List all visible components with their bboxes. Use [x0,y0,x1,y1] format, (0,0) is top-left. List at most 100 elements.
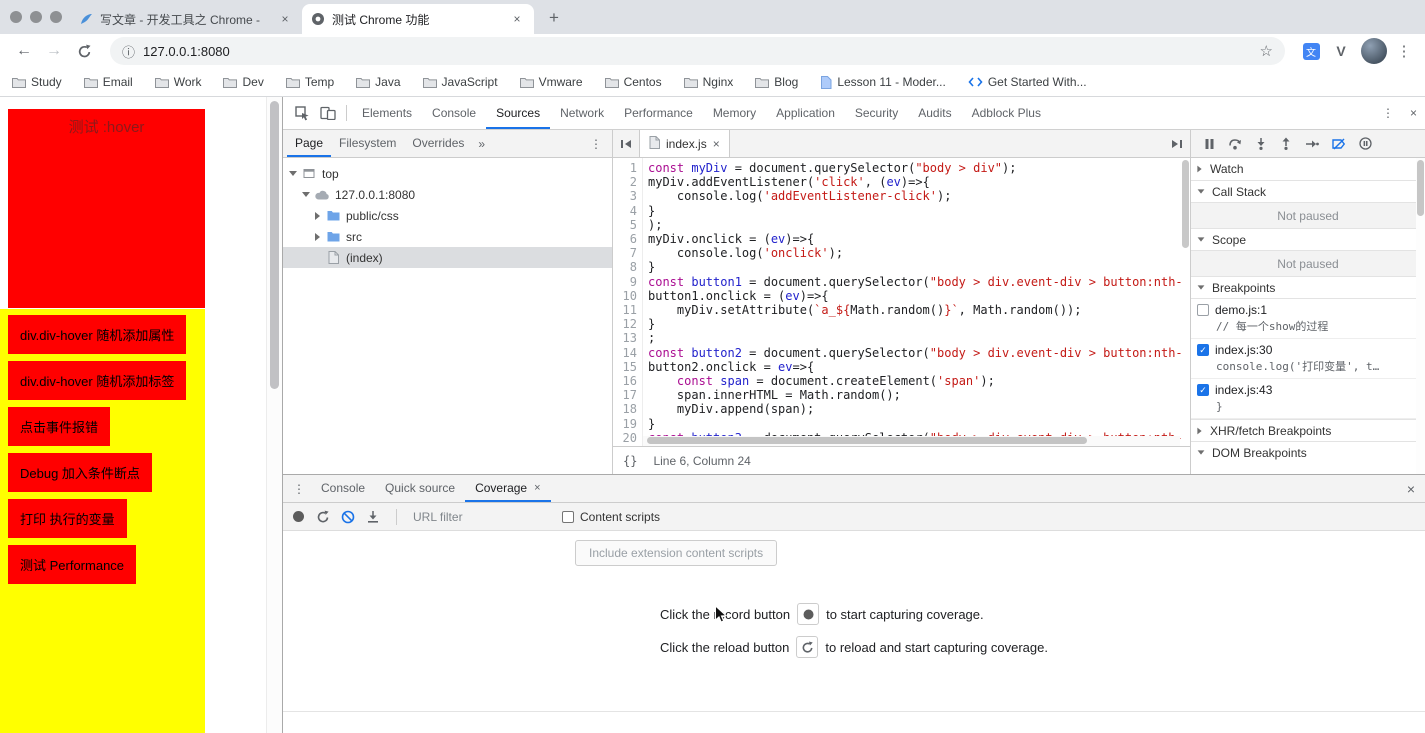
devtools-tab-audits[interactable]: Audits [908,97,961,129]
record-button[interactable] [797,603,819,625]
devtools-tab-memory[interactable]: Memory [703,97,766,129]
deactivate-breakpoints-button[interactable] [1332,138,1346,150]
editor-hscroll-thumb[interactable] [647,437,1087,444]
navigator-tab-filesystem[interactable]: Filesystem [331,130,404,157]
step-button[interactable] [1305,138,1319,150]
bookmark-get-started-with[interactable]: Get Started With... [968,75,1087,89]
chevron-right-icon[interactable] [315,212,320,220]
chevron-down-icon[interactable] [302,192,310,197]
devtools-tab-elements[interactable]: Elements [352,97,422,129]
zoom-window-button[interactable] [50,11,62,23]
devtools-tab-application[interactable]: Application [766,97,845,129]
tree-item-index[interactable]: (index) [283,247,612,268]
devtools-kebab-menu-icon[interactable]: ⋮ [1382,106,1394,120]
breakpoint-entry[interactable]: ✓index.js:43} [1191,379,1425,419]
drawer-tab-quick-source[interactable]: Quick source [375,475,465,502]
bookmark-study[interactable]: Study [12,75,62,89]
code-editor[interactable]: 1234567891011121314151617181920 const my… [613,158,1190,446]
editor-horizontal-scrollbar[interactable] [643,436,1180,446]
devtools-tab-network[interactable]: Network [550,97,614,129]
navigator-overflow-chevron[interactable]: » [472,137,491,151]
content-scripts-filter[interactable]: Content scripts [562,510,660,524]
tree-item-src[interactable]: src [283,226,612,247]
inspect-element-icon[interactable] [289,100,315,126]
sidebar-scrollbar-thumb[interactable] [1417,160,1424,216]
drawer-tab-close-icon[interactable]: × [534,475,540,502]
include-extension-scripts-button[interactable]: Include extension content scripts [575,540,777,566]
page-button-div-div-hover[interactable]: div.div-hover 随机添加标签 [8,361,186,400]
browser-tab-2[interactable]: 测试 Chrome 功能× [302,4,534,34]
chevron-down-icon[interactable] [289,171,297,176]
devtools-close-icon[interactable]: × [1410,106,1417,120]
close-window-button[interactable] [10,11,22,23]
pause-on-exceptions-button[interactable] [1359,137,1372,150]
breakpoint-checkbox[interactable]: ✓ [1197,384,1209,396]
page-button-debug[interactable]: Debug 加入条件断点 [8,453,152,492]
drawer-kebab-menu-icon[interactable]: ⋮ [287,482,311,496]
page-button-div-div-hover[interactable]: div.div-hover 随机添加属性 [8,315,186,354]
device-toolbar-icon[interactable] [315,100,341,126]
reload-button[interactable] [70,37,98,65]
breakpoint-checkbox[interactable]: ✓ [1197,344,1209,356]
navigator-tab-overrides[interactable]: Overrides [404,130,472,157]
devtools-tab-adblock-plus[interactable]: Adblock Plus [962,97,1051,129]
drawer-bottom-scrollbar[interactable] [283,711,1425,733]
reload-coverage-button[interactable] [316,510,330,524]
browser-menu-icon[interactable]: ⋮ [1393,42,1415,60]
page-button-[interactable]: 点击事件报错 [8,407,110,446]
breakpoint-entry[interactable]: demo.js:1// 每一个show的过程 [1191,299,1425,339]
bookmark-work[interactable]: Work [155,75,202,89]
sidebar-section-scope[interactable]: Scope [1191,228,1425,250]
back-button[interactable]: ← [10,37,38,65]
breakpoint-entry[interactable]: ✓index.js:30console.log('打印变量', t… [1191,339,1425,379]
bookmark-centos[interactable]: Centos [605,75,662,89]
editor-vertical-scrollbar[interactable] [1181,158,1190,436]
step-into-button[interactable] [1255,137,1267,150]
sidebar-section-call-stack[interactable]: Call Stack [1191,180,1425,202]
page-button-[interactable]: 打印 执行的变量 [8,499,127,538]
site-info-icon[interactable]: ⓘ [122,42,135,61]
profile-avatar[interactable] [1361,38,1387,64]
reload-button[interactable] [796,636,818,658]
bookmark-temp[interactable]: Temp [286,75,334,89]
bookmark-nginx[interactable]: Nginx [684,75,734,89]
tree-item-top[interactable]: top [283,163,612,184]
vimium-extension-icon[interactable]: V [1330,40,1352,62]
navigator-tab-page[interactable]: Page [287,130,331,157]
sidebar-section-watch[interactable]: Watch [1191,158,1425,180]
sidebar-section-xhr-fetch-breakpoints[interactable]: XHR/fetch Breakpoints [1191,419,1425,441]
sidebar-section-breakpoints[interactable]: Breakpoints [1191,276,1425,298]
tab-close-icon[interactable]: × [509,12,525,26]
drawer-tab-console[interactable]: Console [311,475,375,502]
page-scrollbar-thumb[interactable] [270,101,279,389]
forward-button[interactable]: → [40,37,68,65]
devtools-tab-performance[interactable]: Performance [614,97,703,129]
content-scripts-checkbox[interactable] [562,511,574,523]
devtools-tab-sources[interactable]: Sources [486,97,550,129]
devtools-tab-console[interactable]: Console [422,97,486,129]
bookmark-java[interactable]: Java [356,75,400,89]
browser-tab-1[interactable]: 写文章 - 开发工具之 Chrome -× [70,4,302,34]
editor-vscroll-thumb[interactable] [1182,160,1189,248]
bookmark-blog[interactable]: Blog [755,75,798,89]
file-tab-close-icon[interactable]: × [713,137,720,151]
drawer-tab-coverage[interactable]: Coverage× [465,475,550,502]
editor-file-tab[interactable]: index.js × [639,130,730,157]
bookmark-lesson-11-moder[interactable]: Lesson 11 - Moder... [820,75,946,89]
minimize-window-button[interactable] [30,11,42,23]
devtools-tab-security[interactable]: Security [845,97,908,129]
hide-navigator-icon[interactable] [613,130,639,157]
tree-item-127-0-0-1-8080[interactable]: 127.0.0.1:8080 [283,184,612,205]
url-filter-input[interactable] [413,510,525,524]
page-button-performance[interactable]: 测试 Performance [8,545,136,584]
bookmark-dev[interactable]: Dev [223,75,263,89]
pretty-print-icon[interactable]: {} [623,454,637,468]
bookmark-vmware[interactable]: Vmware [520,75,583,89]
sidebar-section-dom-breakpoints[interactable]: DOM Breakpoints [1191,441,1425,463]
bookmark-javascript[interactable]: JavaScript [423,75,498,89]
drawer-close-icon[interactable]: × [1407,481,1415,497]
chevron-right-icon[interactable] [315,233,320,241]
tree-item-public-css[interactable]: public/css [283,205,612,226]
pause-script-button[interactable] [1204,138,1215,150]
clear-coverage-button[interactable] [341,510,355,524]
